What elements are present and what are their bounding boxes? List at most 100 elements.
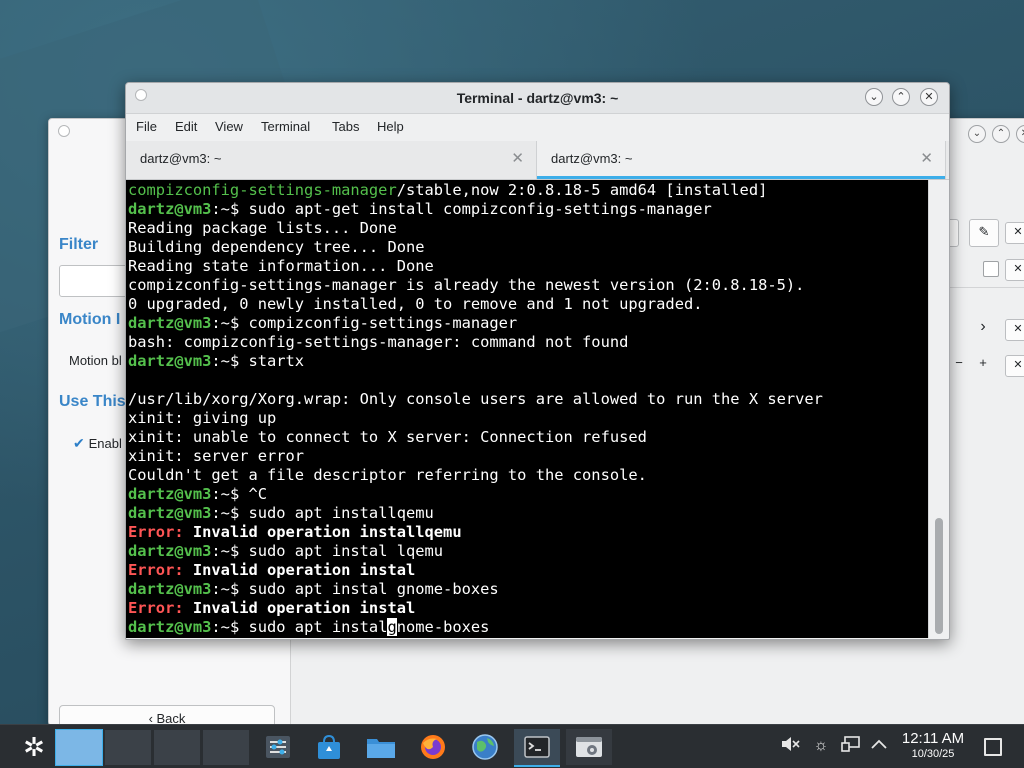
kde-launcher-icon[interactable]: ✲ [12, 728, 56, 766]
tab-bar: dartz@vm3: ~ ✕ dartz@vm3: ~ ✕ [126, 141, 949, 180]
clear-icon[interactable]: ✕ [1005, 319, 1024, 341]
clear-icon[interactable]: ✕ [1005, 259, 1024, 281]
window-manager-icon[interactable] [566, 729, 612, 765]
menu-tabs[interactable]: Tabs [332, 114, 359, 140]
show-desktop-icon[interactable] [984, 738, 1002, 756]
option-checkbox[interactable] [983, 261, 999, 277]
minimize-icon[interactable]: ⌄ [968, 125, 986, 143]
motion-heading: Motion I [59, 311, 121, 328]
terminal-titlebar[interactable]: Terminal - dartz@vm3: ~ ⌄ ⌃ ✕ [126, 83, 949, 114]
output-text: 0 upgraded, 0 newly installed, 0 to remo… [128, 295, 703, 313]
terminal-line: dartz@vm3:~$ sudo apt installqemu [128, 504, 823, 523]
terminal-line: dartz@vm3:~$ sudo apt instalgnome-boxes [128, 618, 823, 637]
menu-help[interactable]: Help [377, 114, 404, 140]
output-text: :~$ sudo apt instal gnome-boxes [211, 580, 499, 598]
back-button[interactable]: ‹ Back [59, 705, 275, 725]
filter-heading: Filter [59, 236, 99, 253]
output-text: :~$ compizconfig-settings-manager [211, 314, 518, 332]
terminal-line: Error: Invalid operation installqemu [128, 523, 823, 542]
terminal-line: /usr/lib/xorg/Xorg.wrap: Only console us… [128, 390, 823, 409]
tab-terminal-2[interactable]: dartz@vm3: ~ ✕ [537, 141, 946, 179]
edit-icon[interactable]: ✎ [969, 219, 999, 247]
window-title: Terminal - dartz@vm3: ~ [456, 90, 619, 106]
firefox-icon[interactable] [410, 729, 456, 765]
close-tab-icon[interactable]: ✕ [511, 141, 524, 177]
terminal-line: xinit: unable to connect to X server: Co… [128, 428, 823, 447]
network-icon[interactable] [840, 735, 862, 757]
use-this-heading: Use This [59, 393, 126, 410]
minimize-icon[interactable]: ⌄ [865, 88, 883, 106]
terminal-line: dartz@vm3:~$ sudo apt instal gnome-boxes [128, 580, 823, 599]
system-settings-icon[interactable] [255, 729, 301, 765]
terminal-text: compizconfig-settings-manager/stable,now… [128, 181, 823, 637]
pager-desktop-1[interactable] [55, 729, 103, 766]
terminal-output[interactable]: compizconfig-settings-manager/stable,now… [126, 180, 929, 638]
pager-desktop-2[interactable] [104, 729, 152, 766]
package-name: compizconfig-settings-manager [128, 181, 397, 199]
window-menu-button[interactable] [58, 125, 70, 137]
terminal-line: Reading package lists... Done [128, 219, 823, 238]
terminal-line: Reading state information... Done [128, 257, 823, 276]
store-icon[interactable] [306, 729, 352, 765]
terminal-line: bash: compizconfig-settings-manager: com… [128, 333, 823, 352]
terminal-scrollbar[interactable] [928, 180, 949, 638]
tray-expand-icon[interactable] [868, 735, 890, 757]
error-message: Invalid operation instal [183, 599, 416, 617]
terminal-line: dartz@vm3:~$ sudo apt instal lqemu [128, 542, 823, 561]
clock-time[interactable]: 12:11 AM [894, 730, 972, 747]
taskbar: ✲ ☼ 12:11 AM 10/30/25 [0, 724, 1024, 768]
close-tab-icon[interactable]: ✕ [920, 141, 933, 177]
terminal-line: 0 upgraded, 0 newly installed, 0 to remo… [128, 295, 823, 314]
tab-label: dartz@vm3: ~ [551, 151, 633, 166]
menu-edit[interactable]: Edit [175, 114, 197, 140]
scroll-thumb[interactable] [935, 518, 943, 634]
chevron-right-icon[interactable]: › [969, 315, 997, 341]
output-text: xinit: giving up [128, 409, 277, 427]
pager-desktop-4[interactable] [202, 729, 250, 766]
error-label: Error: [128, 561, 184, 579]
output-text: /usr/lib/xorg/Xorg.wrap: Only console us… [128, 390, 823, 408]
tab-label: dartz@vm3: ~ [140, 151, 222, 166]
terminal-line: Error: Invalid operation instal [128, 561, 823, 580]
error-label: Error: [128, 599, 184, 617]
output-text: xinit: unable to connect to X server: Co… [128, 428, 647, 446]
error-label: Error: [128, 523, 184, 541]
clear-icon[interactable]: ✕ [1005, 355, 1024, 377]
maximize-icon[interactable]: ⌃ [992, 125, 1010, 143]
menu-terminal[interactable]: Terminal [261, 114, 310, 140]
terminal-line: Building dependency tree... Done [128, 238, 823, 257]
file-manager-icon[interactable] [358, 729, 404, 765]
prompt-user: dartz@vm3 [128, 485, 212, 503]
close-icon[interactable]: ✕ [920, 88, 938, 106]
close-icon[interactable]: ✕ [1016, 125, 1024, 143]
terminal-line: Couldn't get a file descriptor referring… [128, 466, 823, 485]
menu-view[interactable]: View [215, 114, 243, 140]
menu-file[interactable]: File [136, 114, 157, 140]
tab-terminal-1[interactable]: dartz@vm3: ~ ✕ [126, 141, 537, 179]
terminal-line: Error: Invalid operation instal [128, 599, 823, 618]
clock-date[interactable]: 10/30/25 [894, 748, 972, 760]
network-globe-icon[interactable] [462, 729, 508, 765]
output-text: Building dependency tree... Done [128, 238, 425, 256]
terminal-line: dartz@vm3:~$ compizconfig-settings-manag… [128, 314, 823, 333]
enable-checkbox[interactable]: ✔ Enabl [73, 435, 122, 452]
terminal-line: compizconfig-settings-manager is already… [128, 276, 823, 295]
maximize-icon[interactable]: ⌃ [892, 88, 910, 106]
output-text: Reading state information... Done [128, 257, 434, 275]
pager-desktop-3[interactable] [153, 729, 201, 766]
terminal-icon[interactable] [514, 729, 560, 767]
terminal-window[interactable]: Terminal - dartz@vm3: ~ ⌄ ⌃ ✕ File Edit … [125, 82, 950, 640]
brightness-icon[interactable]: ☼ [810, 735, 832, 757]
motion-item[interactable]: Motion bl [69, 353, 122, 368]
clear-icon[interactable]: ✕ [1005, 222, 1024, 244]
enable-label: Enabl [88, 436, 122, 451]
terminal-line: dartz@vm3:~$ startx [128, 352, 823, 371]
menu-bar: File Edit View Terminal Tabs Help [126, 114, 949, 140]
error-message: Invalid operation instal [183, 561, 416, 579]
terminal-line [128, 371, 823, 390]
terminal-line: dartz@vm3:~$ ^C [128, 485, 823, 504]
prompt-user: dartz@vm3 [128, 200, 212, 218]
increment-icon[interactable]: + [969, 351, 997, 377]
volume-muted-icon[interactable] [779, 735, 801, 757]
